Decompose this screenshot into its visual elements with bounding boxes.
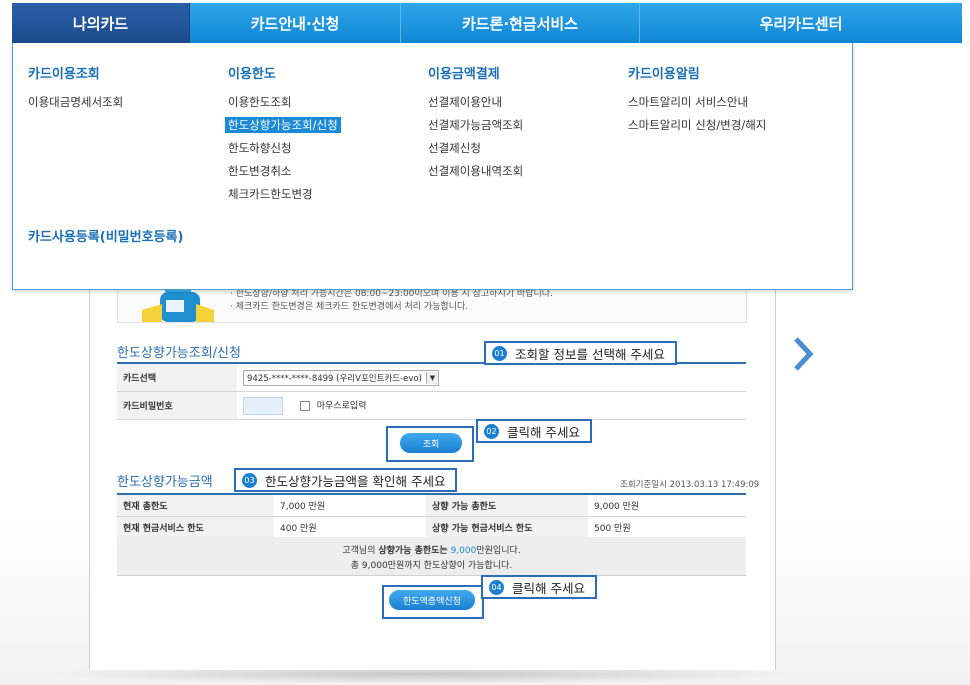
summary-line-2: 총 9,000만원까지 한도상향이 가능합니다. — [350, 561, 513, 571]
menu-item: 스마트알리미 서비스안내 — [628, 93, 769, 116]
callout-02: 02 클릭해 주세요 — [476, 419, 592, 443]
card-password-cell: 마우스로입력 — [237, 391, 746, 420]
menu-column-limit: 이용한도 이용한도조회 한도상향가능조회/신청 한도하향신청 한도변경취소 체크… — [225, 63, 341, 208]
callout-03: 03 한도상향가능금액을 확인해 주세요 — [234, 468, 458, 492]
result-section-title: 한도상향가능금액 — [117, 475, 213, 490]
tab-card-loan[interactable]: 카드론·현금서비스 — [401, 3, 640, 43]
card-select-cell: 9425-****-****-8499 (우리V포인트카드-evo) ▼ — [237, 364, 746, 392]
menu-item: 체크카드한도변경 — [228, 185, 341, 208]
chevron-right-icon[interactable] — [790, 333, 816, 375]
menu-item-limit-decrease[interactable]: 한도하향신청 — [225, 140, 294, 156]
possible-total-limit-label: 상향 가능 총한도 — [426, 495, 588, 517]
result-summary: 고객님의 상향가능 총한도는 9,000만원입니다. 총 9,000만원까지 한… — [117, 537, 746, 576]
table-row: 현재 현금서비스 한도 400 만원 상향 가능 현금서비스 한도 500 만원 — [117, 516, 746, 539]
callout-text: 클릭해 주세요 — [507, 424, 580, 440]
menu-heading-limit[interactable]: 이용한도 — [228, 63, 341, 82]
tab-card-info[interactable]: 카드안내·신청 — [190, 3, 401, 43]
search-button[interactable]: 조회 — [400, 433, 462, 453]
mouse-input-checkbox[interactable] — [299, 400, 310, 411]
card-select-value: 9425-****-****-8499 (우리V포인트카드-evo) — [247, 373, 422, 384]
menu-item-alert-apply[interactable]: 스마트알리미 신청/변경/해지 — [625, 117, 769, 133]
callout-number: 01 — [492, 345, 507, 361]
callout-01: 01 조회할 정보를 선택해 주세요 — [484, 341, 677, 365]
notice-line-2: · 체크카드 한도변경은 체크카드 한도변경에서 처리 가능합니다. — [230, 302, 469, 312]
menu-column-usage: 카드이용조회 이용대금명세서조회 — [28, 63, 126, 116]
mouse-input-label: 마우스로입력 — [316, 401, 367, 411]
summary-prefix: 고객님의 — [342, 546, 379, 556]
menu-heading-card-registration[interactable]: 카드사용등록(비밀번호등록) — [28, 226, 183, 245]
menu-heading-alert[interactable]: 카드이용알림 — [628, 63, 769, 82]
card-password-input[interactable] — [243, 396, 283, 415]
callout-text: 클릭해 주세요 — [512, 580, 585, 596]
menu-column-alert: 카드이용알림 스마트알리미 서비스안내 스마트알리미 신청/변경/해지 — [628, 63, 769, 139]
inquiry-timestamp: 조회기준일시 2013.03.13 17:49:09 — [620, 480, 760, 490]
menu-item: 선결제가능금액조회 — [428, 116, 526, 139]
result-table: 현재 총한도 7,000 만원 상향 가능 총한도 9,000 만원 현재 현금… — [117, 495, 746, 539]
menu-item-prepay-apply[interactable]: 선결제신청 — [425, 140, 484, 156]
menu-item: 선결제이용내역조회 — [428, 162, 526, 185]
tab-card-center[interactable]: 우리카드센터 — [640, 3, 962, 43]
menu-item-alert-guide[interactable]: 스마트알리미 서비스안내 — [625, 94, 751, 110]
card-password-label: 카드비밀번호 — [117, 391, 237, 420]
inquiry-form: 카드선택 9425-****-****-8499 (우리V포인트카드-evo) … — [117, 364, 746, 420]
callout-number: 03 — [242, 472, 257, 488]
summary-suffix: 만원입니다. — [476, 546, 521, 556]
current-total-limit-value: 7,000 만원 — [274, 495, 426, 517]
menu-item-check-card-limit[interactable]: 체크카드한도변경 — [225, 186, 316, 202]
menu-item: 선결제신청 — [428, 139, 526, 162]
menu-item: 한도상향가능조회/신청 — [225, 116, 341, 139]
menu-item-limit-cancel[interactable]: 한도변경취소 — [225, 163, 294, 179]
callout-text: 한도상향가능금액을 확인해 주세요 — [265, 473, 446, 489]
menu-item-limit-increase[interactable]: 한도상향가능조회/신청 — [225, 117, 341, 133]
summary-bold: 상향가능 총한도는 — [378, 546, 448, 556]
current-cash-limit-value: 400 만원 — [274, 516, 426, 539]
menu-item-limit-inquiry[interactable]: 이용한도조회 — [225, 94, 294, 110]
table-row: 현재 총한도 7,000 만원 상향 가능 총한도 9,000 만원 — [117, 495, 746, 517]
possible-cash-limit-label: 상향 가능 현금서비스 한도 — [426, 516, 588, 539]
menu-column-payment: 이용금액결제 선결제이용안내 선결제가능금액조회 선결제신청 선결제이용내역조회 — [428, 63, 526, 185]
menu-heading-usage[interactable]: 카드이용조회 — [28, 63, 126, 82]
menu-item: 한도하향신청 — [228, 139, 341, 162]
possible-cash-limit-value: 500 만원 — [588, 516, 746, 539]
summary-value: 9,000 — [450, 546, 477, 556]
possible-total-limit-value: 9,000 만원 — [588, 495, 746, 517]
tab-my-card[interactable]: 나의카드 — [12, 3, 190, 43]
menu-item: 이용대금명세서조회 — [28, 93, 126, 116]
callout-number: 02 — [484, 423, 499, 439]
menu-item: 스마트알리미 신청/변경/해지 — [628, 116, 769, 139]
menu-heading-payment[interactable]: 이용금액결제 — [428, 63, 526, 82]
menu-item: 선결제이용안내 — [428, 93, 526, 116]
menu-item-prepay-history[interactable]: 선결제이용내역조회 — [425, 163, 526, 179]
current-total-limit-label: 현재 총한도 — [117, 495, 274, 517]
callout-text: 조회할 정보를 선택해 주세요 — [515, 346, 665, 362]
mega-menu: 카드이용조회 이용대금명세서조회 이용한도 이용한도조회 한도상향가능조회/신청… — [12, 43, 853, 290]
menu-item-statement[interactable]: 이용대금명세서조회 — [25, 94, 126, 110]
inquiry-section-title: 한도상향가능조회/신청 — [117, 346, 241, 361]
card-select-label: 카드선택 — [117, 364, 237, 392]
callout-number: 04 — [489, 579, 504, 595]
limit-increase-apply-button[interactable]: 한도액증액신청 — [389, 590, 475, 610]
menu-item-prepay-guide[interactable]: 선결제이용안내 — [425, 94, 505, 110]
current-cash-limit-label: 현재 현금서비스 한도 — [117, 516, 274, 539]
menu-item: 한도변경취소 — [228, 162, 341, 185]
menu-item-prepay-amount[interactable]: 선결제가능금액조회 — [425, 117, 526, 133]
menu-item: 이용한도조회 — [228, 93, 341, 116]
top-navigation: 나의카드 카드안내·신청 카드론·현금서비스 우리카드센터 — [12, 3, 962, 43]
summary-line-1: 고객님의 상향가능 총한도는 9,000만원입니다. — [117, 543, 746, 556]
chevron-down-icon[interactable]: ▼ — [425, 371, 438, 384]
card-select[interactable]: 9425-****-****-8499 (우리V포인트카드-evo) ▼ — [243, 369, 439, 386]
callout-04: 04 클릭해 주세요 — [481, 575, 597, 599]
